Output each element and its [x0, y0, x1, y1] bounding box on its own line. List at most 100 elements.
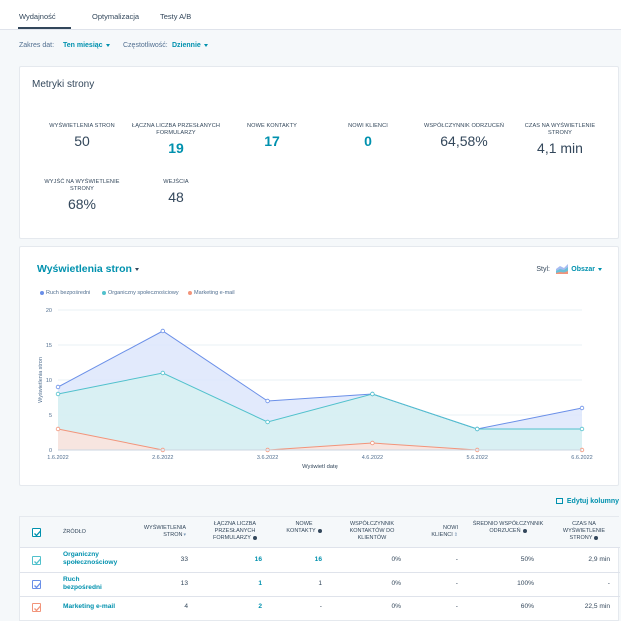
edit-columns-label: Edytuj kolumny [566, 498, 619, 505]
frequency-value: Dziennie [172, 42, 201, 49]
cell-page-views: 33 [180, 556, 188, 563]
x-tick-label: 2.6.2022 [152, 455, 173, 461]
column-header-source[interactable]: ŹRÓDŁO [63, 529, 86, 536]
metric-value-link[interactable]: 0 [318, 133, 418, 149]
metric-time-per-view: CZAS NA WYŚWIETLENIE STRONY 4,1 min [510, 123, 610, 156]
cell-contact-rate: 0% [391, 603, 401, 610]
row-checkbox[interactable] [32, 580, 41, 589]
cell-form-submissions[interactable]: 16 [220, 556, 262, 563]
x-tick-label: 4.6.2022 [362, 455, 383, 461]
data-point [265, 398, 270, 404]
y-axis-label: Wyświetlenia stron [38, 357, 44, 403]
cell-bounce-rate: 50% [520, 556, 534, 563]
column-header-label: ŁĄCZNA LICZBA PRZESŁANYCH FORMULARZY [213, 521, 257, 541]
y-tick-label: 15 [46, 343, 52, 349]
info-icon [317, 528, 322, 533]
cell-contact-rate: 0% [391, 556, 401, 563]
column-header-new-contacts[interactable]: NOWE KONTAKTY [284, 521, 324, 535]
sort-icon: ⇕ [453, 532, 458, 538]
metric-form-submissions: ŁĄCZNA LICZBA PRZESŁANYCH FORMULARZY 19 [126, 123, 226, 156]
metric-label: WYJŚĆ NA WYŚWIETLENIE STRONY [44, 179, 120, 192]
column-header-time-per-view[interactable]: CZAS NA WYŚWIETLENIE STRONY [554, 521, 614, 542]
column-header-label: CZAS NA WYŚWIETLENIE STRONY [562, 521, 606, 541]
metric-label: WSPÓŁCZYNNIK ODRZUCEŃ [423, 123, 505, 129]
cell-new-contacts: 1 [318, 580, 322, 587]
page-views-chart-card: Wyświetlenia stron Styl: Obszar Ruch bez… [19, 246, 619, 486]
column-header-page-views[interactable]: WYŚWIETLENIA STRON▾ [128, 525, 186, 539]
sort-icon: ▾ [183, 532, 186, 538]
metric-bounce-rate: WSPÓŁCZYNNIK ODRZUCEŃ 64,58% [414, 123, 514, 149]
metrics-title: Metryki strony [32, 79, 95, 90]
column-header-bounce-rate[interactable]: ŚREDNIO WSPÓŁCZYNNIK ODRZUCEŃ [472, 521, 544, 535]
cell-time-per-view: - [607, 580, 610, 587]
select-all-checkbox[interactable] [32, 528, 41, 537]
metric-value-link[interactable]: 17 [222, 133, 322, 149]
metric-label: CZAS NA WYŚWIETLENIE STRONY [524, 123, 596, 136]
row-checkbox[interactable] [32, 603, 41, 612]
data-point [370, 391, 375, 397]
date-range-value: Ten miesiąc [63, 42, 103, 49]
cell-new-contacts[interactable]: 16 [282, 556, 322, 563]
metric-label: NOWE KONTAKTY [247, 123, 297, 129]
data-point [579, 426, 585, 432]
cell-form-submissions[interactable]: 2 [220, 603, 262, 610]
metric-value: 68% [67, 196, 97, 212]
source-link[interactable]: Ruch bezpośredni [63, 576, 103, 592]
cell-new-customers: - [455, 580, 458, 587]
cell-page-views: 13 [180, 580, 188, 587]
metric-label: WYŚWIETLENIA STRON [49, 123, 115, 129]
metric-new-contacts: NOWE KONTAKTY 17 [222, 123, 322, 149]
tab-bar: Wydajność Optymalizacja Testy A/B [0, 0, 621, 30]
data-point [55, 391, 61, 397]
checkmark-icon [34, 558, 41, 565]
chevron-down-icon [105, 43, 110, 47]
metric-value: 48 [168, 189, 184, 205]
checkmark-icon [34, 605, 41, 612]
source-link[interactable]: Organiczny społecznościowy [63, 551, 123, 567]
x-tick-label: 6.6.2022 [571, 455, 592, 461]
row-checkbox[interactable] [32, 556, 41, 565]
info-icon [522, 528, 527, 533]
date-range-dropdown[interactable]: Ten miesiąc [63, 42, 110, 49]
cell-page-views: 4 [184, 603, 188, 610]
cell-new-contacts: - [319, 603, 322, 610]
page-metrics-card: Metryki strony WYŚWIETLENIA STRON 50 ŁĄC… [19, 66, 619, 239]
tab-performance[interactable]: Wydajność [19, 12, 56, 21]
cell-time-per-view: 22,5 min [584, 603, 610, 610]
table-row: Marketing e-mail 4 2 - 0% - 60% 22,5 min [20, 597, 620, 619]
chevron-down-icon [203, 43, 208, 47]
cell-new-customers: - [455, 603, 458, 610]
y-tick-label: 10 [46, 378, 52, 384]
data-point [55, 426, 61, 432]
cell-form-submissions[interactable]: 1 [220, 580, 262, 587]
active-tab-indicator [18, 27, 71, 29]
source-link[interactable]: Marketing e-mail [63, 603, 115, 610]
metric-new-customers: NOWI KLIENCI 0 [318, 123, 418, 149]
column-header-label: ŚREDNIO WSPÓŁCZYNNIK ODRZUCEŃ [472, 521, 544, 534]
column-header-form-submissions[interactable]: ŁĄCZNA LICZBA PRZESŁANYCH FORMULARZY [200, 521, 270, 542]
frequency-label: Częstotliwość: [123, 42, 168, 49]
column-header-new-customers[interactable]: NOWI KLIENCI⇕ [418, 525, 458, 539]
tab-ab-tests[interactable]: Testy A/B [160, 12, 191, 21]
y-tick-label: 0 [49, 448, 52, 454]
metric-value: 50 [74, 133, 90, 149]
data-point [579, 405, 585, 411]
column-header-label: NOWE KONTAKTY [286, 521, 316, 534]
metric-label: NOWI KLIENCI [348, 123, 388, 129]
checkmark-icon [34, 582, 41, 589]
column-header-contact-rate[interactable]: WSPÓŁCZYNNIK KONTAKTÓW DO KLIENTÓW [338, 521, 406, 542]
checkmark-icon [34, 530, 41, 537]
data-point [160, 370, 165, 376]
data-point [265, 419, 270, 425]
x-tick-label: 3.6.2022 [257, 455, 278, 461]
tab-optimization[interactable]: Optymalizacja [92, 12, 139, 21]
edit-columns-button[interactable]: Edytuj kolumny [555, 498, 619, 505]
metric-exits-per-view: WYJŚĆ NA WYŚWIETLENIE STRONY 68% [32, 179, 132, 212]
column-header-label: WYŚWIETLENIA STRON [143, 525, 186, 538]
cell-bounce-rate: 100% [517, 580, 534, 587]
data-point [55, 384, 61, 390]
frequency-dropdown[interactable]: Dziennie [172, 42, 208, 49]
table-row: Ruch bezpośredni 13 1 1 0% - 100% - [20, 573, 620, 597]
column-header-label: WSPÓŁCZYNNIK KONTAKTÓW DO KLIENTÓW [349, 521, 395, 541]
metric-value-link[interactable]: 19 [126, 140, 226, 156]
